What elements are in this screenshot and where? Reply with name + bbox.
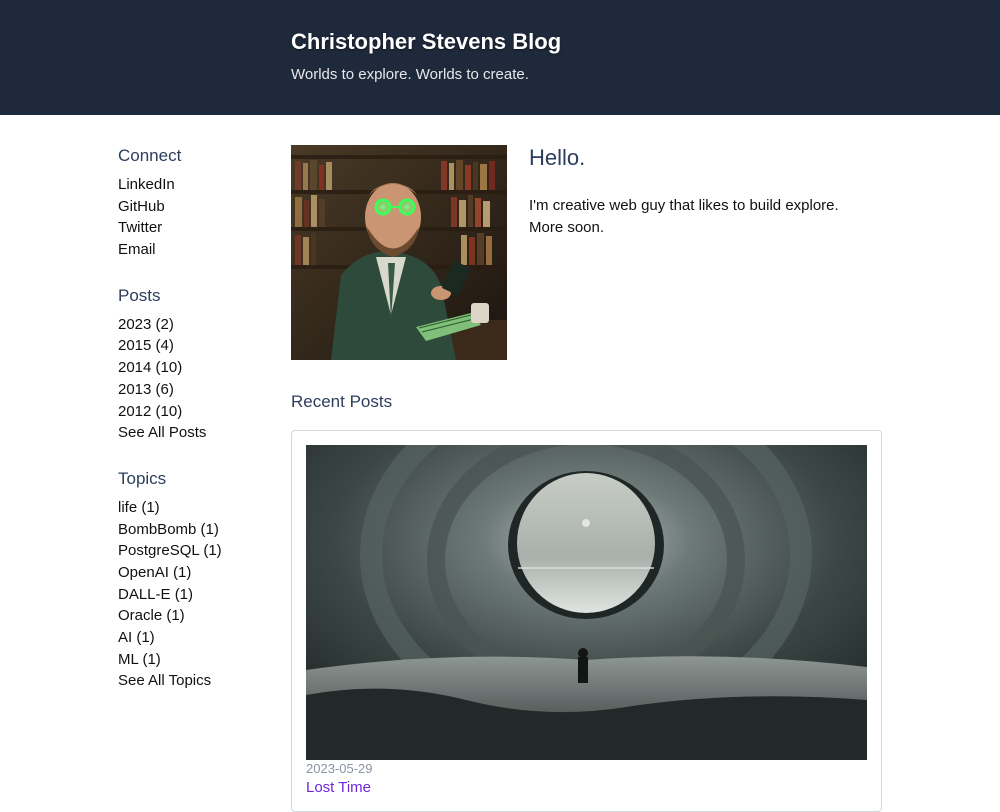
archive-link-2015[interactable]: 2015 (4) [118, 337, 174, 354]
post-cover-image[interactable] [306, 445, 867, 760]
topics-heading: Topics [118, 468, 167, 488]
connect-item-linkedin: LinkedIn [118, 174, 278, 196]
topic-link-postgresql[interactable]: PostgreSQL (1) [118, 542, 222, 559]
topics-list: life (1) BombBomb (1) PostgreSQL (1) Ope… [118, 497, 278, 692]
archive-item: 2012 (10) [118, 401, 278, 423]
archive-item: 2014 (10) [118, 357, 278, 379]
twitter-link[interactable]: Twitter [118, 219, 162, 236]
posts-heading: Posts [118, 285, 161, 305]
tunnel-landscape-image [306, 445, 867, 760]
archive-link-2012[interactable]: 2012 (10) [118, 403, 182, 420]
topic-link-openai[interactable]: OpenAI (1) [118, 564, 191, 581]
topic-link-oracle[interactable]: Oracle (1) [118, 607, 185, 624]
email-link[interactable]: Email [118, 241, 156, 258]
topic-link-bombbomb[interactable]: BombBomb (1) [118, 521, 219, 538]
site-tagline: Worlds to explore. Worlds to create. [291, 66, 529, 83]
topic-item: ML (1) [118, 649, 278, 671]
post-card[interactable]: 2023-05-29 Lost Time [291, 430, 882, 812]
archive-item: 2015 (4) [118, 335, 278, 357]
recent-posts-heading: Recent Posts [291, 392, 393, 411]
topic-link-ai[interactable]: AI (1) [118, 629, 155, 646]
intro-text: I'm creative web guy that likes to build… [529, 197, 839, 236]
connect-heading: Connect [118, 146, 182, 165]
see-all-topics-link[interactable]: See All Topics [118, 672, 211, 689]
github-link[interactable]: GitHub [118, 198, 165, 215]
site-header: Christopher Stevens Blog Worlds to explo… [0, 0, 1000, 115]
author-portrait-image [291, 145, 507, 360]
topic-item: Oracle (1) [118, 605, 278, 627]
connect-item-email: Email [118, 239, 278, 261]
topic-item: OpenAI (1) [118, 562, 278, 584]
linkedin-link[interactable]: LinkedIn [118, 176, 175, 193]
topic-item: BombBomb (1) [118, 519, 278, 541]
topic-item: life (1) [118, 497, 278, 519]
topic-item: DALL-E (1) [118, 584, 278, 606]
intro-heading: Hello. [529, 145, 586, 170]
site-title[interactable]: Christopher Stevens Blog [291, 29, 561, 55]
connect-item-github: GitHub [118, 196, 278, 218]
post-date: 2023-05-29 [306, 761, 373, 776]
archive-link-2023[interactable]: 2023 (2) [118, 316, 174, 333]
archive-link-2013[interactable]: 2013 (6) [118, 381, 174, 398]
archive-item: 2023 (2) [118, 314, 278, 336]
topic-link-life[interactable]: life (1) [118, 499, 160, 516]
archive-link-2014[interactable]: 2014 (10) [118, 359, 182, 376]
connect-item-twitter: Twitter [118, 217, 278, 239]
topic-item: AI (1) [118, 627, 278, 649]
topic-item: See All Topics [118, 670, 278, 692]
archive-item: 2013 (6) [118, 379, 278, 401]
connect-list: LinkedIn GitHub Twitter Email [118, 174, 278, 261]
author-avatar [291, 145, 507, 360]
topic-link-dall-e[interactable]: DALL-E (1) [118, 586, 193, 603]
post-title-link[interactable]: Lost Time [306, 779, 371, 796]
topic-link-ml[interactable]: ML (1) [118, 651, 161, 668]
topic-item: PostgreSQL (1) [118, 540, 278, 562]
sidebar: Connect LinkedIn GitHub Twitter Email Po… [118, 146, 278, 717]
archive-item: See All Posts [118, 422, 278, 444]
see-all-posts-link[interactable]: See All Posts [118, 424, 206, 441]
posts-archive-list: 2023 (2) 2015 (4) 2014 (10) 2013 (6) 201… [118, 314, 278, 444]
